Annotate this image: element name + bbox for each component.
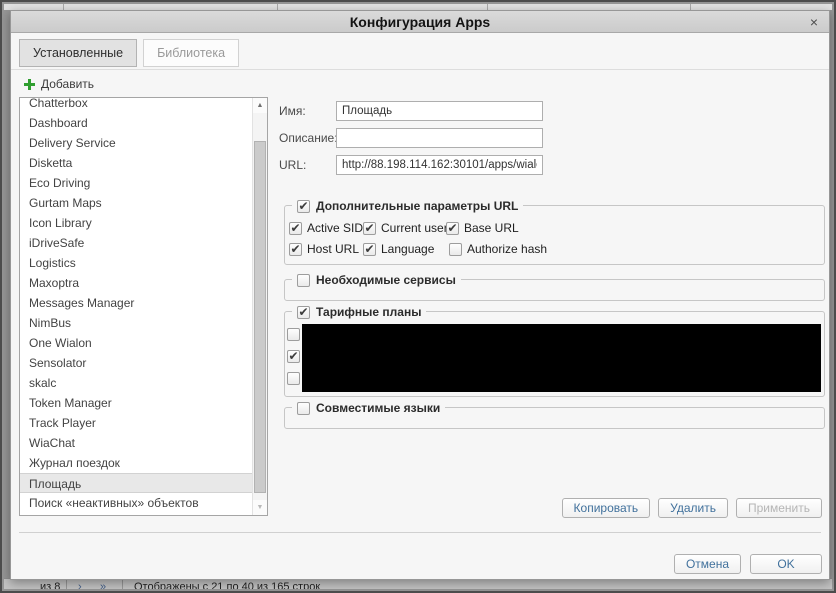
dialog-titlebar: Конфигурация Apps × — [11, 11, 829, 33]
url-params-section: ✔ Дополнительные параметры URL ✔ Active … — [284, 205, 825, 265]
app-list-box: Chatterbox Dashboard Delivery Service Di… — [19, 97, 268, 516]
checkbox-billing-plan-1[interactable] — [287, 328, 300, 341]
checkbox-host-url[interactable]: ✔ — [289, 243, 302, 256]
tab-library[interactable]: Библиотека — [143, 39, 239, 67]
footer-buttons: Отмена OK — [674, 554, 822, 574]
footer-divider — [19, 532, 821, 533]
tabs: Установленные Библиотека — [19, 39, 239, 67]
screen: из 8 › » Отображены с 21 по 40 из 165 ст… — [0, 0, 836, 593]
app-list-item[interactable]: Delivery Service — [20, 133, 252, 153]
base-url-label: Base URL — [464, 221, 519, 235]
required-services-section: Необходимые сервисы — [284, 279, 825, 301]
name-label: Имя: — [279, 104, 306, 118]
checkbox-url-params[interactable]: ✔ — [297, 200, 310, 213]
checkbox-language[interactable]: ✔ — [363, 243, 376, 256]
app-list-item[interactable]: Chatterbox — [20, 97, 252, 113]
tab-installed[interactable]: Установленные — [19, 39, 137, 67]
pagination-next-icon: › — [78, 580, 82, 589]
checkbox-billing-plan-2[interactable]: ✔ — [287, 350, 300, 363]
close-icon[interactable]: × — [810, 11, 818, 33]
apps-configuration-dialog: Конфигурация Apps × Установленные Библио… — [10, 10, 830, 580]
app-list-item[interactable]: Messages Manager — [20, 293, 252, 313]
name-field[interactable] — [336, 101, 543, 121]
checkbox-base-url[interactable]: ✔ — [446, 222, 459, 235]
add-button-label: Добавить — [41, 77, 94, 91]
host-url-label: Host URL — [307, 242, 359, 256]
description-label: Описание: — [279, 131, 338, 145]
scroll-down-icon[interactable]: ▼ — [253, 500, 267, 515]
required-services-label: Необходимые сервисы — [316, 273, 456, 287]
apply-button[interactable]: Применить — [736, 498, 822, 518]
delete-button[interactable]: Удалить — [658, 498, 728, 518]
language-label: Language — [381, 242, 434, 256]
app-list-item[interactable]: Eco Driving — [20, 173, 252, 193]
checkbox-authorize-hash[interactable] — [449, 243, 462, 256]
copy-button[interactable]: Копировать — [562, 498, 651, 518]
redacted-plan-names — [302, 324, 821, 392]
scrollbar-thumb[interactable] — [254, 141, 266, 493]
checkbox-active-sid[interactable]: ✔ — [289, 222, 302, 235]
app-list-item[interactable]: Dashboard — [20, 113, 252, 133]
app-list-item[interactable]: NimBus — [20, 313, 252, 333]
compatible-languages-section: Совместимые языки — [284, 407, 825, 429]
url-field[interactable] — [336, 155, 543, 175]
app-list-item[interactable]: WiaChat — [20, 433, 252, 453]
app-list-item[interactable]: Gurtam Maps — [20, 193, 252, 213]
dialog-title: Конфигурация Apps — [11, 11, 829, 33]
app-list-item[interactable]: Disketta — [20, 153, 252, 173]
checkbox-current-user[interactable]: ✔ — [363, 222, 376, 235]
scroll-up-icon[interactable]: ▲ — [253, 98, 267, 113]
ok-button[interactable]: OK — [750, 554, 822, 574]
app-list-item[interactable]: Площадь — [20, 473, 252, 493]
pagination-last-icon: » — [100, 580, 106, 589]
checkbox-billing-plan-3[interactable] — [287, 372, 300, 385]
app-list-item[interactable]: Token Manager — [20, 393, 252, 413]
app-list-item[interactable]: Logistics — [20, 253, 252, 273]
list-scrollbar[interactable]: ▲ ▼ — [252, 98, 267, 515]
checkbox-compatible-languages[interactable] — [297, 402, 310, 415]
authorize-hash-label: Authorize hash — [467, 242, 547, 256]
app-list-item[interactable]: Поиск «неактивных» объектов — [20, 493, 252, 513]
compatible-languages-label: Совместимые языки — [316, 401, 440, 415]
billing-plans-section: ✔ Тарифные планы ✔ — [284, 311, 825, 397]
add-app-button[interactable]: Добавить — [24, 77, 94, 91]
tabs-divider — [11, 69, 829, 70]
pagination-pages-fragment: из 8 — [40, 580, 60, 589]
app-list-item[interactable]: One Wialon — [20, 333, 252, 353]
current-user-label: Current user — [381, 221, 448, 235]
app-list-item[interactable]: skalc — [20, 373, 252, 393]
app-list-item[interactable]: Sensolator — [20, 353, 252, 373]
checkbox-required-services[interactable] — [297, 274, 310, 287]
action-buttons: Копировать Удалить Применить — [562, 498, 822, 518]
billing-plans-label: Тарифные планы — [316, 305, 421, 319]
add-icon — [24, 79, 35, 90]
url-params-section-label: Дополнительные параметры URL — [316, 199, 518, 213]
checkbox-billing-plans[interactable]: ✔ — [297, 306, 310, 319]
app-list-item[interactable]: Maxoptra — [20, 273, 252, 293]
app-list-item[interactable]: Журнал поездок — [20, 453, 252, 473]
active-sid-label: Active SID — [307, 221, 363, 235]
app-list-item[interactable]: iDriveSafe — [20, 233, 252, 253]
cancel-button[interactable]: Отмена — [674, 554, 741, 574]
url-label: URL: — [279, 158, 306, 172]
description-field[interactable] — [336, 128, 543, 148]
app-list-item[interactable]: Icon Library — [20, 213, 252, 233]
app-list: Chatterbox Dashboard Delivery Service Di… — [20, 98, 252, 513]
app-list-item[interactable]: Track Player — [20, 413, 252, 433]
pagination-summary: Отображены с 21 по 40 из 165 строк — [134, 580, 320, 589]
